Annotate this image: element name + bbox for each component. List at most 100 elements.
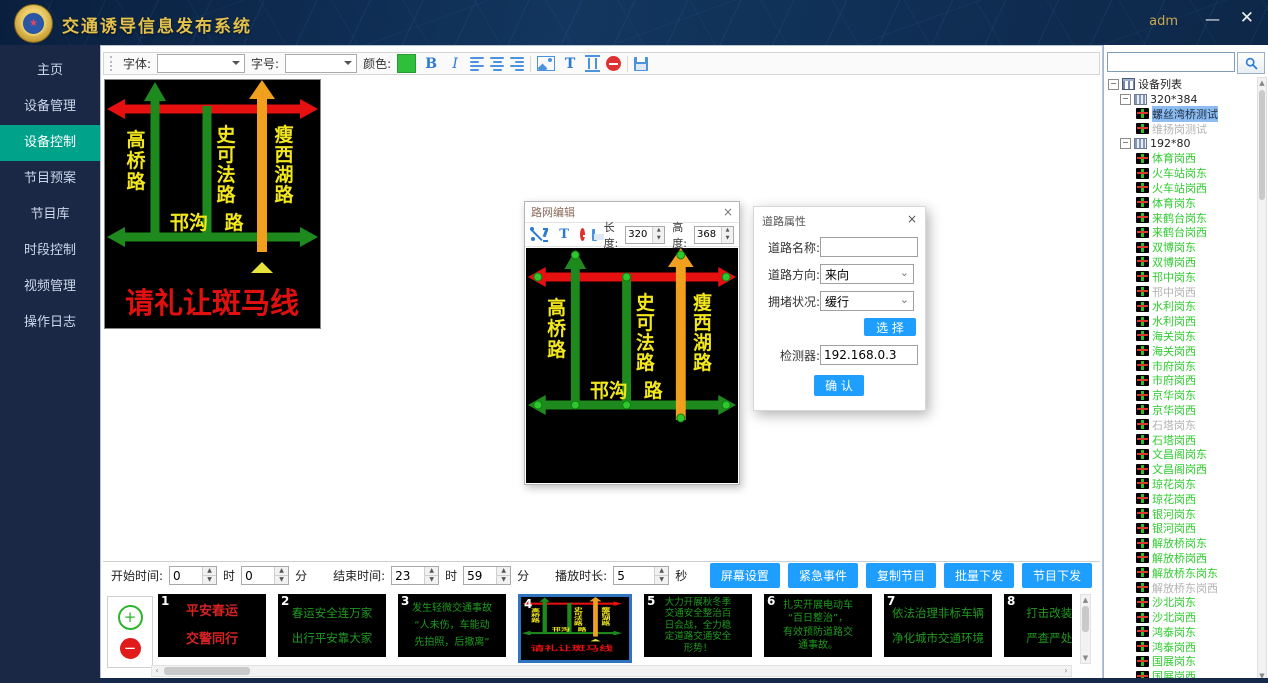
scroll-left-icon[interactable]: ‹ xyxy=(152,666,162,676)
end-hour-spinner[interactable]: ▲▼ xyxy=(391,566,439,585)
italic-button[interactable]: I xyxy=(446,55,464,73)
duration-spinner[interactable]: ▲▼ xyxy=(613,566,669,585)
save-button[interactable] xyxy=(634,57,648,71)
tree-device-水利岗西[interactable]: 水利岗西 xyxy=(1106,314,1256,329)
tree-device-维扬岗测试[interactable]: 维扬岗测试 xyxy=(1106,121,1256,136)
scroll-up-icon[interactable]: ▲ xyxy=(1258,78,1266,88)
tree-device-文昌阁岗西[interactable]: 文昌阁岗西 xyxy=(1106,462,1256,477)
action-button-节目下发[interactable]: 节目下发 xyxy=(1022,563,1092,588)
tree-device-银河岗西[interactable]: 银河岗西 xyxy=(1106,521,1256,536)
tree-device-京华岗东[interactable]: 京华岗东 xyxy=(1106,388,1256,403)
end-minute-spinner[interactable]: ▲▼ xyxy=(463,566,511,585)
tree-device-琼花岗东[interactable]: 琼花岗东 xyxy=(1106,477,1256,492)
spinner-down-icon[interactable]: ▼ xyxy=(653,235,664,243)
minimize-icon[interactable]: — xyxy=(1205,10,1220,28)
tree-device-海关岗东[interactable]: 海关岗东 xyxy=(1106,329,1256,344)
scroll-right-icon[interactable]: › xyxy=(1061,666,1071,676)
draw-line-button[interactable] xyxy=(530,227,536,242)
action-button-屏幕设置[interactable]: 屏幕设置 xyxy=(710,563,780,588)
spinner-up-icon[interactable]: ▲ xyxy=(275,567,288,576)
text-tool-button[interactable]: T xyxy=(561,55,579,73)
select-detector-button[interactable]: 选 择 xyxy=(864,318,916,336)
tree-device-银河岗东[interactable]: 银河岗东 xyxy=(1106,506,1256,521)
sidebar-item-视频管理[interactable]: 视频管理 xyxy=(0,269,100,305)
tree-device-解放桥东岗东[interactable]: 解放桥东岗东 xyxy=(1106,565,1256,580)
tree-device-火车站岗西[interactable]: 火车站岗西 xyxy=(1106,181,1256,196)
end-minute-input[interactable] xyxy=(464,567,496,584)
tree-device-鸿泰岗东[interactable]: 鸿泰岗东 xyxy=(1106,624,1256,639)
start-minute-spinner[interactable]: ▲▼ xyxy=(241,566,289,585)
tree-device-火车站岗东[interactable]: 火车站岗东 xyxy=(1106,166,1256,181)
add-program-button[interactable]: + xyxy=(118,605,143,630)
length-input[interactable] xyxy=(626,227,652,243)
road-name-field[interactable] xyxy=(820,237,918,257)
tree-device-解放桥岗东[interactable]: 解放桥岗东 xyxy=(1106,536,1256,551)
spinner-up-icon[interactable]: ▲ xyxy=(722,227,733,235)
playlist-vertical-scrollbar[interactable]: ▲ ▼ xyxy=(1080,594,1091,664)
sidebar-item-主页[interactable]: 主页 xyxy=(0,53,100,89)
scroll-up-icon[interactable]: ▲ xyxy=(1081,595,1090,605)
bold-button[interactable]: B xyxy=(422,55,440,73)
start-minute-input[interactable] xyxy=(242,567,274,584)
action-button-复制节目[interactable]: 复制节目 xyxy=(866,563,936,588)
tree-device-双博岗东[interactable]: 双博岗东 xyxy=(1106,240,1256,255)
tree-device-京华岗西[interactable]: 京华岗西 xyxy=(1106,403,1256,418)
tree-collapse-icon[interactable]: − xyxy=(1108,79,1119,90)
sidebar-item-时段控制[interactable]: 时段控制 xyxy=(0,233,100,269)
tree-device-市府岗东[interactable]: 市府岗东 xyxy=(1106,358,1256,373)
length-spinner[interactable]: ▲▼ xyxy=(625,226,665,244)
roadnet-canvas[interactable]: 高桥路史可法路瘦西湖路邗沟路 xyxy=(526,248,738,483)
end-hour-input[interactable] xyxy=(392,567,424,584)
program-thumbnail-2[interactable]: 春运安全连万家出行平安靠大家2 xyxy=(278,594,386,657)
size-select[interactable] xyxy=(285,54,357,73)
start-hour-input[interactable] xyxy=(170,567,202,584)
search-button[interactable] xyxy=(1237,52,1265,74)
detector-field[interactable] xyxy=(820,345,918,365)
delete-button[interactable] xyxy=(606,56,621,71)
tree-group-192*80[interactable]: −192*80 xyxy=(1106,136,1256,151)
tree-device-石塔岗西[interactable]: 石塔岗西 xyxy=(1106,432,1256,447)
spinner-down-icon[interactable]: ▼ xyxy=(655,576,668,584)
tree-device-海关岗西[interactable]: 海关岗西 xyxy=(1106,343,1256,358)
sidebar-item-操作日志[interactable]: 操作日志 xyxy=(0,305,100,341)
delete-button[interactable] xyxy=(580,228,585,241)
program-thumbnail-3[interactable]: 发生轻微交通事故“人未伤，车能动先拍照，后撤离”3 xyxy=(398,594,506,657)
sidebar-item-设备管理[interactable]: 设备管理 xyxy=(0,89,100,125)
spinner-up-icon[interactable]: ▲ xyxy=(497,567,510,576)
tree-device-解放桥东岗西[interactable]: 解放桥东岗西 xyxy=(1106,580,1256,595)
tree-device-琼花岗西[interactable]: 琼花岗西 xyxy=(1106,491,1256,506)
duration-input[interactable] xyxy=(614,567,654,584)
action-button-批量下发[interactable]: 批量下发 xyxy=(944,563,1014,588)
tree-collapse-icon[interactable]: − xyxy=(1120,94,1131,105)
spinner-up-icon[interactable]: ▲ xyxy=(203,567,216,576)
spinner-down-icon[interactable]: ▼ xyxy=(203,576,216,584)
program-thumbnail-5[interactable]: 大力开展秋冬季交通安全整治百日会战，全力稳定道路交通安全形势！5 xyxy=(644,594,752,657)
start-hour-spinner[interactable]: ▲▼ xyxy=(169,566,217,585)
parallel-road-button[interactable] xyxy=(543,228,548,242)
tree-device-体育岗西[interactable]: 体育岗西 xyxy=(1106,151,1256,166)
height-spinner[interactable]: ▲▼ xyxy=(694,226,734,244)
confirm-button[interactable]: 确 认 xyxy=(814,375,864,396)
device-search-input[interactable] xyxy=(1107,52,1235,72)
tree-device-来鹤台岗东[interactable]: 来鹤台岗东 xyxy=(1106,210,1256,225)
spinner-up-icon[interactable]: ▲ xyxy=(425,567,438,576)
tree-device-石塔岗东[interactable]: 石塔岗东 xyxy=(1106,417,1256,432)
road-direction-select[interactable]: 来向 xyxy=(820,264,914,284)
program-thumbnail-6[interactable]: 扎实开展电动车“百日整治”，有效预防道路交通事故。6 xyxy=(764,594,872,657)
tree-device-双博岗西[interactable]: 双博岗西 xyxy=(1106,255,1256,270)
font-select[interactable] xyxy=(157,54,245,73)
align-center-button[interactable] xyxy=(490,57,504,71)
spinner-down-icon[interactable]: ▼ xyxy=(425,576,438,584)
tree-device-螺丝湾桥测试[interactable]: 螺丝湾桥测试 xyxy=(1106,107,1256,122)
playlist-horizontal-scrollbar[interactable]: ‹ › xyxy=(151,665,1072,677)
program-thumbnail-1[interactable]: 平安春运交警同行1 xyxy=(158,594,266,657)
program-thumbnail-7[interactable]: 依法治理非标车辆净化城市交通环境7 xyxy=(884,594,992,657)
scroll-down-icon[interactable]: ▼ xyxy=(1081,653,1090,663)
tree-root-device-list[interactable]: −设备列表 xyxy=(1106,77,1256,92)
tree-device-国展岗东[interactable]: 国展岗东 xyxy=(1106,654,1256,669)
roadnet-close-icon[interactable]: × xyxy=(723,205,733,219)
tree-device-解放桥岗西[interactable]: 解放桥岗西 xyxy=(1106,551,1256,566)
save-button[interactable] xyxy=(592,229,597,241)
tree-device-鸿泰岗西[interactable]: 鸿泰岗西 xyxy=(1106,639,1256,654)
tree-device-体育岗东[interactable]: 体育岗东 xyxy=(1106,195,1256,210)
